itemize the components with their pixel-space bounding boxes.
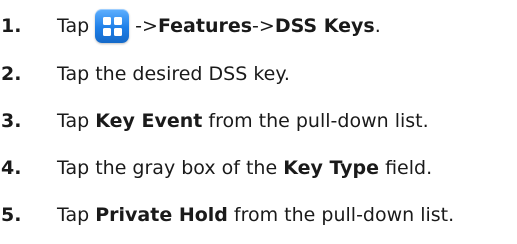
- bold-key-type: Key Type: [283, 157, 380, 179]
- step-text-part: field.: [379, 157, 433, 179]
- step-text-part: from the pull-down list.: [227, 204, 455, 226]
- step-number: 3.: [1, 110, 22, 132]
- step-number: 1.: [1, 15, 22, 37]
- step-number: 4.: [1, 157, 22, 179]
- step-text-part: Tap the desired DSS key.: [57, 63, 290, 85]
- step-text: Tap the gray box of the Key Type field.: [57, 157, 432, 179]
- arrow-text: ->: [252, 15, 275, 37]
- bold-private-hold: Private Hold: [95, 204, 228, 226]
- step-text: Tap Key Event from the pull-down list.: [57, 110, 429, 132]
- menu-grid-icon: [95, 9, 130, 43]
- step-number: 2.: [1, 63, 22, 85]
- instruction-steps: 1. Tap -> Features -> DSS Keys . 2. Tap …: [0, 0, 517, 244]
- step-text: Tap the desired DSS key.: [57, 63, 290, 85]
- step-text-part: .: [374, 15, 381, 37]
- step-text-part: Tap: [57, 204, 96, 226]
- step-text-part: from the pull-down list.: [202, 110, 429, 132]
- step-text-part: Tap: [57, 110, 96, 132]
- step-text: Tap Private Hold from the pull-down list…: [57, 204, 454, 226]
- step-text-part: Tap: [57, 15, 90, 37]
- bold-dss-keys: DSS Keys: [274, 15, 375, 37]
- step-text: Tap -> Features -> DSS Keys .: [57, 9, 381, 43]
- bold-features: Features: [157, 15, 253, 37]
- arrow-text: ->: [135, 15, 158, 37]
- bold-key-event: Key Event: [95, 110, 203, 132]
- step-text-part: Tap the gray box of the: [57, 157, 284, 179]
- step-number: 5.: [1, 204, 22, 226]
